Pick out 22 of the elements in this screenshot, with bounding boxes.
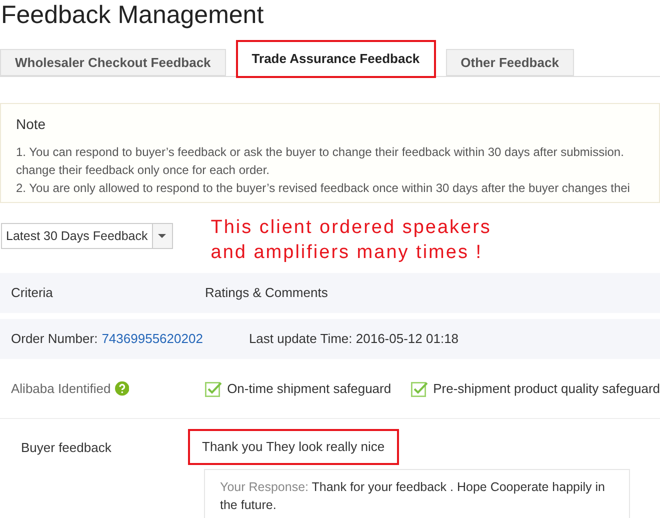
note-line: 2. You are only allowed to respond to the buyer’s revised feedback once within 30 days after the buyer changes thei bbox=[16, 180, 630, 197]
buyer-feedback-text: Thank you They look really nice bbox=[190, 431, 397, 462]
column-header: Criteria bbox=[10, 284, 54, 302]
response-text: Your Response: Thank for your feedback . Hope Cooperate happily in the future. bbox=[220, 480, 605, 512]
note-line: 1. You can respond to buyer’s feedback or ask the buyer to change their feedback within 30 days after submission. bbox=[16, 144, 624, 161]
safeguard-label: On-time shipment safeguard bbox=[227, 380, 392, 398]
last-update-time: Last update Time: 2016-05-12 01:18 bbox=[248, 330, 459, 348]
annotation-text: and amplifiers many times ! bbox=[210, 241, 482, 265]
column-header: Ratings & Comments bbox=[205, 284, 328, 302]
order-number-link[interactable]: 74369955620202 bbox=[102, 329, 203, 349]
annotation-text: This client ordered speakers bbox=[210, 216, 492, 240]
safeguard-label: Pre-shipment product quality safeguard bbox=[433, 380, 660, 398]
tab[interactable]: Other Feedback bbox=[446, 49, 574, 76]
tab[interactable]: Trade Assurance Feedback bbox=[238, 42, 434, 76]
criteria-label: Buyer feedback bbox=[20, 439, 112, 457]
note-heading: Note bbox=[16, 115, 46, 134]
period-dropdown[interactable]: Latest 30 Days Feedback bbox=[1, 223, 173, 249]
order-number-label: Order Number: bbox=[11, 330, 98, 348]
note-line: change their feedback only once for each order. bbox=[16, 162, 270, 179]
page-title: Feedback Management bbox=[0, 0, 265, 29]
tab[interactable]: Wholesaler Checkout Feedback bbox=[0, 49, 226, 76]
criteria-label: Alibaba Identified bbox=[10, 380, 111, 398]
